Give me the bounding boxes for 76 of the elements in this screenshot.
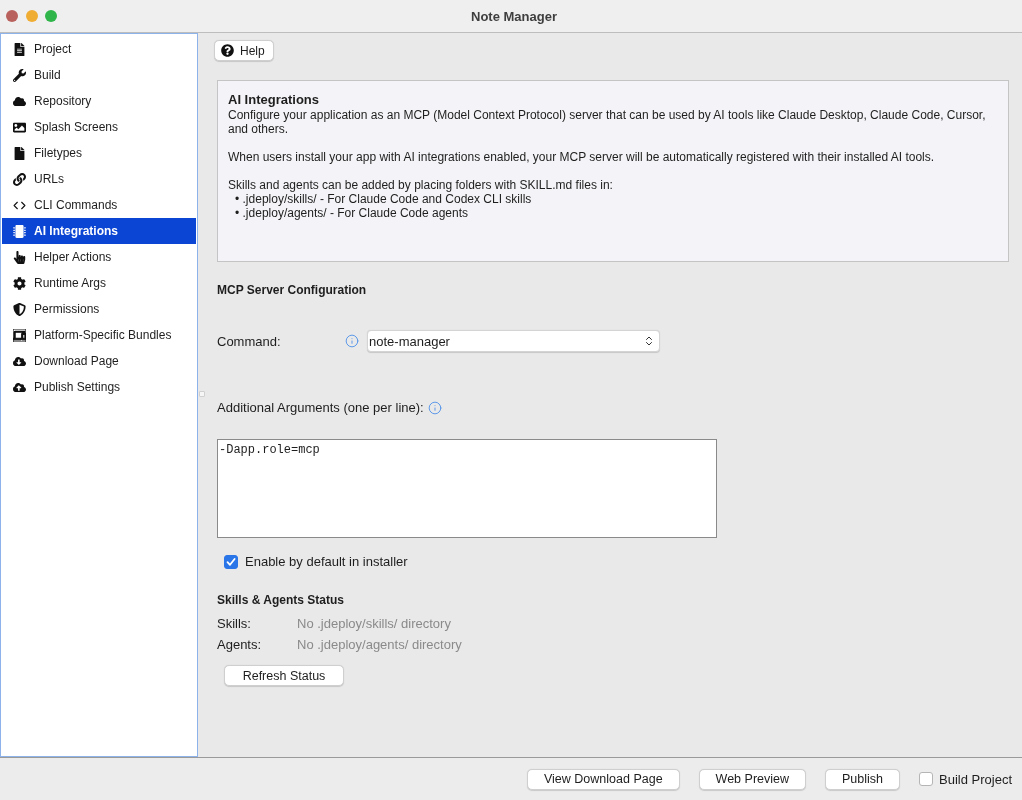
sidebar-item[interactable]: AI Integrations <box>2 218 196 244</box>
sidebar-label: Splash Screens <box>34 120 119 134</box>
document-icon <box>13 42 26 56</box>
wrench-icon <box>13 68 26 82</box>
devices-icon <box>13 328 26 342</box>
info-icon[interactable] <box>345 334 359 348</box>
sidebar-item[interactable]: Platform-Specific Bundles <box>2 322 196 348</box>
sidebar-label: AI Integrations <box>34 224 118 238</box>
pointing-hand-icon <box>13 250 26 264</box>
cloud-icon <box>13 94 26 108</box>
window-title: Note Manager <box>471 8 557 24</box>
checkmark-icon <box>226 556 236 567</box>
zoom-icon[interactable] <box>45 10 57 22</box>
chip-icon <box>13 224 26 238</box>
minimize-icon[interactable] <box>25 10 38 22</box>
image-icon <box>13 120 26 134</box>
sidebar-label: Runtime Args <box>34 276 107 290</box>
sidebar-label: Permissions <box>34 302 100 316</box>
section-heading: MCP Server Configuration <box>217 282 368 298</box>
footer-button[interactable]: Web Preview <box>698 768 806 790</box>
sidebar-item[interactable]: Repository <box>2 88 196 114</box>
sidebar-label: Project <box>34 42 72 56</box>
sidebar-item[interactable]: Runtime Args <box>2 270 196 296</box>
close-icon[interactable] <box>6 10 18 22</box>
split-handle[interactable] <box>199 391 205 397</box>
status-value: No .jdeploy/skills/ directory <box>297 616 451 632</box>
status-label: Agents: <box>217 637 263 653</box>
footer-button[interactable]: Publish <box>825 768 900 790</box>
info-paragraph: When users install your app with AI integrations enabled, your MCP server will be automatically registered with their installed AI tools. <box>228 150 936 164</box>
sidebar-item[interactable]: Build <box>2 62 196 88</box>
sidebar-item[interactable]: URLs <box>2 166 196 192</box>
cloud-upload-icon <box>13 380 26 394</box>
bullet-item: • .jdeploy/skills/ - For Claude Code and Codex CLI skills <box>234 192 533 206</box>
section-heading: Skills & Agents Status <box>217 592 345 608</box>
status-value: No .jdeploy/agents/ directory <box>297 637 462 653</box>
checkbox[interactable] <box>919 772 933 786</box>
status-label: Skills: <box>217 616 252 632</box>
command-label: Command: <box>217 333 282 349</box>
sidebar-item[interactable]: CLI Commands <box>2 192 196 218</box>
footer-button[interactable]: View Download Page <box>527 768 680 790</box>
help-icon <box>221 44 234 57</box>
bullet-item: • .jdeploy/agents/ - For Claude Code agents <box>234 206 469 220</box>
sidebar-label: URLs <box>34 172 64 186</box>
refresh-status-button[interactable]: Refresh Status <box>224 665 344 686</box>
chevron-up-down-icon <box>643 335 655 347</box>
sidebar-item[interactable]: Download Page <box>2 348 196 374</box>
sidebar-item[interactable]: Publish Settings <box>2 374 196 400</box>
sidebar-label: Helper Actions <box>34 250 112 264</box>
sidebar-label: Repository <box>34 94 92 108</box>
cloud-download-icon <box>13 354 26 368</box>
sidebar-label: Publish Settings <box>34 380 121 394</box>
sidebar-label: Platform-Specific Bundles <box>34 328 172 342</box>
sidebar-label: Download Page <box>34 354 119 368</box>
file-icon <box>13 146 26 160</box>
checkbox[interactable] <box>224 554 238 569</box>
info-paragraph: Configure your application as an MCP (Model Context Protocol) server that can be used by AI tools like Claude Desktop, Claude Code, Cursor, and others. <box>228 108 987 136</box>
sidebar-item[interactable]: Filetypes <box>2 140 196 166</box>
info-icon[interactable] <box>427 400 442 415</box>
link-icon <box>13 172 26 186</box>
arguments-label: Additional Arguments (one per line): <box>217 400 424 415</box>
help-button[interactable]: Help <box>214 40 274 61</box>
checkbox-label: Build Project <box>939 771 1012 787</box>
gear-icon <box>13 276 26 290</box>
command-select[interactable]: note-manager <box>367 330 660 352</box>
info-paragraph: Skills and agents can be added by placing folders with SKILL.md files in: <box>228 178 614 192</box>
sidebar-label: Filetypes <box>34 146 83 160</box>
sidebar-item[interactable]: Permissions <box>2 296 196 322</box>
sidebar-item[interactable]: Project <box>2 36 196 62</box>
sidebar-label: Build <box>34 68 61 82</box>
arguments-textarea[interactable]: -Dapp.role=mcp <box>217 439 717 538</box>
sidebar-item[interactable]: Helper Actions <box>2 244 196 270</box>
sidebar-label: CLI Commands <box>34 198 118 212</box>
checkbox-label: Enable by default in installer <box>245 554 408 569</box>
sidebar-item[interactable]: Splash Screens <box>2 114 196 140</box>
shield-icon <box>13 302 26 316</box>
info-title: AI Integrations <box>228 92 320 108</box>
